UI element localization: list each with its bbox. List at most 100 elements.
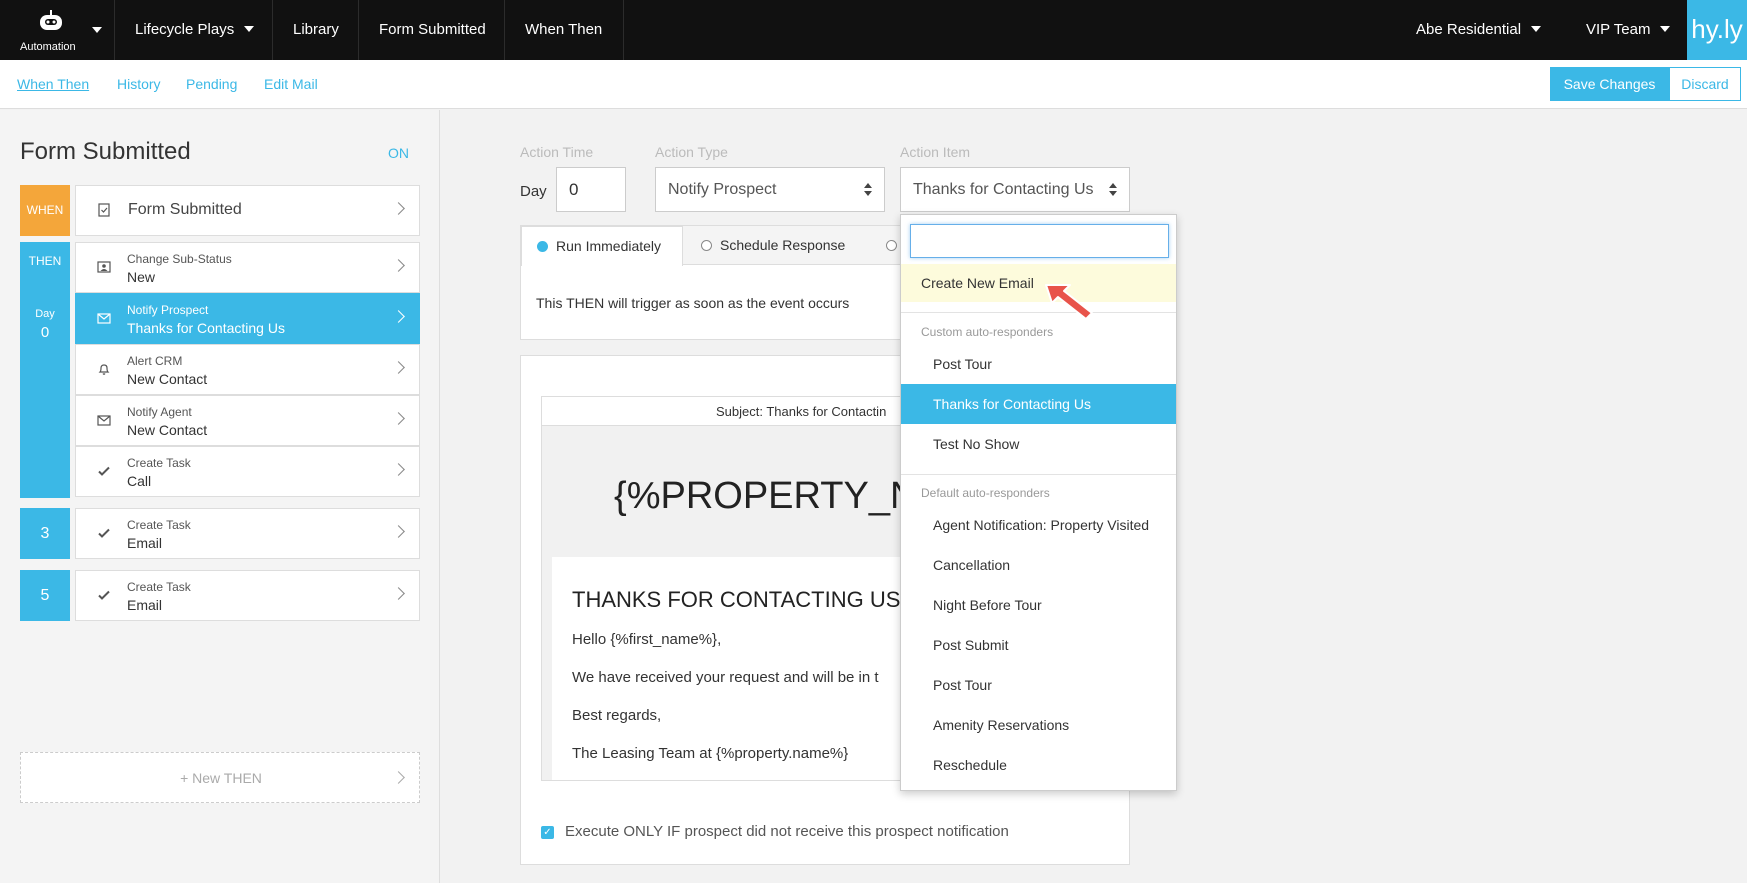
- caret-down-icon: [1531, 26, 1542, 32]
- day-input[interactable]: 0: [556, 167, 626, 212]
- day-tag: 5: [20, 570, 70, 621]
- option-post-tour[interactable]: Post Tour: [901, 344, 1176, 384]
- then-step-change-sub-status[interactable]: Change Sub-Status New: [75, 242, 420, 293]
- discard-button[interactable]: Discard: [1669, 67, 1741, 101]
- chevron-right-icon: [392, 412, 405, 425]
- chevron-right-icon: [392, 202, 405, 215]
- when-tag: WHEN: [20, 185, 70, 236]
- action-type-label: Action Type: [655, 144, 728, 160]
- chevron-right-icon: [392, 259, 405, 272]
- execute-only-if-checkbox[interactable]: ✓: [541, 826, 554, 839]
- step-action-label: Notify Agent: [127, 405, 192, 419]
- divider: [901, 474, 1176, 475]
- subnav-edit-mail[interactable]: Edit Mail: [264, 76, 318, 92]
- team-label: VIP Team: [1586, 21, 1651, 38]
- email-property-header: {%PROPERTY_N: [614, 475, 918, 517]
- nav-lifecycle-plays-label: Lifecycle Plays: [135, 21, 235, 38]
- envelope-icon: [96, 413, 112, 429]
- nav-form-submitted-label: Form Submitted: [379, 21, 486, 38]
- team-selector[interactable]: VIP Team: [1566, 0, 1671, 60]
- option-post-tour-default[interactable]: Post Tour: [901, 665, 1176, 705]
- then-day-value: 0: [40, 324, 50, 341]
- email-closing: Best regards,: [572, 707, 662, 724]
- create-new-email-option[interactable]: Create New Email: [901, 264, 1176, 302]
- automation-menu[interactable]: Automation: [0, 0, 111, 60]
- default-group-label: Default auto-responders: [921, 486, 1050, 500]
- chevron-right-icon: [392, 463, 405, 476]
- nav-library[interactable]: Library: [272, 0, 358, 60]
- new-then-button[interactable]: + New THEN: [20, 752, 420, 803]
- option-post-submit[interactable]: Post Submit: [901, 625, 1176, 665]
- action-type-value: Notify Prospect: [668, 181, 777, 198]
- then-step-notify-prospect[interactable]: Notify Prospect Thanks for Contacting Us: [75, 293, 420, 344]
- dropdown-search-input[interactable]: [910, 224, 1169, 258]
- save-changes-button[interactable]: Save Changes: [1550, 67, 1669, 101]
- divider: [901, 312, 1176, 313]
- step-action-label: Change Sub-Status: [127, 252, 232, 266]
- when-step[interactable]: Form Submitted: [75, 185, 420, 236]
- form-icon: [96, 203, 112, 219]
- then-day-label: Day: [35, 308, 55, 320]
- radio-icon: [701, 240, 712, 251]
- step-item-label: Call: [127, 473, 152, 489]
- sort-arrows-icon: [1109, 183, 1117, 188]
- day-label: Day: [520, 183, 547, 200]
- action-type-select[interactable]: Notify Prospect: [655, 167, 885, 212]
- then-step-notify-agent[interactable]: Notify Agent New Contact: [75, 395, 420, 446]
- option-reschedule[interactable]: Reschedule: [901, 745, 1176, 785]
- then-step-create-task-day-3[interactable]: Create Task Email: [75, 508, 420, 559]
- email-heading: THANKS FOR CONTACTING US: [572, 587, 901, 612]
- chevron-right-icon: [392, 587, 405, 600]
- property-selector[interactable]: Abe Residential: [1396, 0, 1542, 60]
- play-title: Form Submitted: [20, 138, 191, 165]
- subnav-history[interactable]: History: [117, 76, 161, 92]
- tab-schedule-response[interactable]: Schedule Response: [701, 226, 871, 265]
- email-signature: The Leasing Team at {%property.name%}: [572, 745, 849, 762]
- option-night-before-tour[interactable]: Night Before Tour: [901, 585, 1176, 625]
- action-item-dropdown: Create New Email Custom auto-responders …: [900, 214, 1177, 791]
- tab-run-immediately[interactable]: Run Immediately: [521, 226, 683, 266]
- chevron-right-icon: [392, 310, 405, 323]
- then-step-create-task[interactable]: Create Task Call: [75, 446, 420, 497]
- step-action-label: Create Task: [127, 456, 191, 470]
- action-item-label: Action Item: [900, 144, 971, 160]
- user-card-icon: [96, 260, 112, 276]
- chevron-right-icon: [392, 361, 405, 374]
- play-status-toggle[interactable]: ON: [388, 145, 409, 161]
- option-cancellation[interactable]: Cancellation: [901, 545, 1176, 585]
- option-thanks-for-contacting-us[interactable]: Thanks for Contacting Us: [901, 384, 1176, 424]
- nav-when-then-label: When Then: [525, 21, 603, 38]
- then-step-alert-crm[interactable]: Alert CRM New Contact: [75, 344, 420, 395]
- option-agent-notification[interactable]: Agent Notification: Property Visited: [901, 505, 1176, 545]
- execute-only-if-label: Execute ONLY IF prospect did not receive…: [565, 823, 1009, 840]
- step-item-label: Email: [127, 535, 163, 551]
- trigger-description: This THEN will trigger as soon as the ev…: [536, 295, 850, 311]
- step-action-label: Create Task: [127, 580, 191, 594]
- subnav-pending[interactable]: Pending: [186, 76, 237, 92]
- new-then-label: + New THEN: [180, 770, 262, 786]
- step-action-label: Notify Prospect: [127, 303, 209, 317]
- option-test-no-show[interactable]: Test No Show: [901, 424, 1176, 464]
- play-sidebar: Form Submitted ON WHEN Form Submitted TH…: [0, 110, 440, 883]
- option-amenity-reservations[interactable]: Amenity Reservations: [901, 705, 1176, 745]
- step-item-label: New Contact: [127, 371, 208, 387]
- hyly-logo[interactable]: hy.ly: [1687, 0, 1747, 60]
- check-icon: [96, 526, 112, 542]
- action-item-value: Thanks for Contacting Us: [913, 181, 1094, 198]
- top-nav: Automation Lifecycle Plays Library Form …: [0, 0, 1747, 60]
- annotation-arrow-icon: [1045, 284, 1093, 320]
- chevron-right-icon: [392, 525, 405, 538]
- action-item-select[interactable]: Thanks for Contacting Us: [900, 167, 1130, 212]
- nav-form-submitted[interactable]: Form Submitted: [358, 0, 505, 60]
- day-tag: 3: [20, 508, 70, 559]
- property-label: Abe Residential: [1416, 21, 1522, 38]
- subnav-when-then[interactable]: When Then: [17, 76, 89, 92]
- step-item-label: New Contact: [127, 422, 208, 438]
- sub-nav: When Then History Pending Edit Mail Save…: [0, 60, 1747, 109]
- action-time-label: Action Time: [520, 144, 594, 160]
- radio-icon: [886, 240, 897, 251]
- automation-label: Automation: [20, 41, 76, 53]
- nav-when-then[interactable]: When Then: [504, 0, 624, 60]
- then-step-create-task-day-5[interactable]: Create Task Email: [75, 570, 420, 621]
- nav-lifecycle-plays[interactable]: Lifecycle Plays: [114, 0, 288, 60]
